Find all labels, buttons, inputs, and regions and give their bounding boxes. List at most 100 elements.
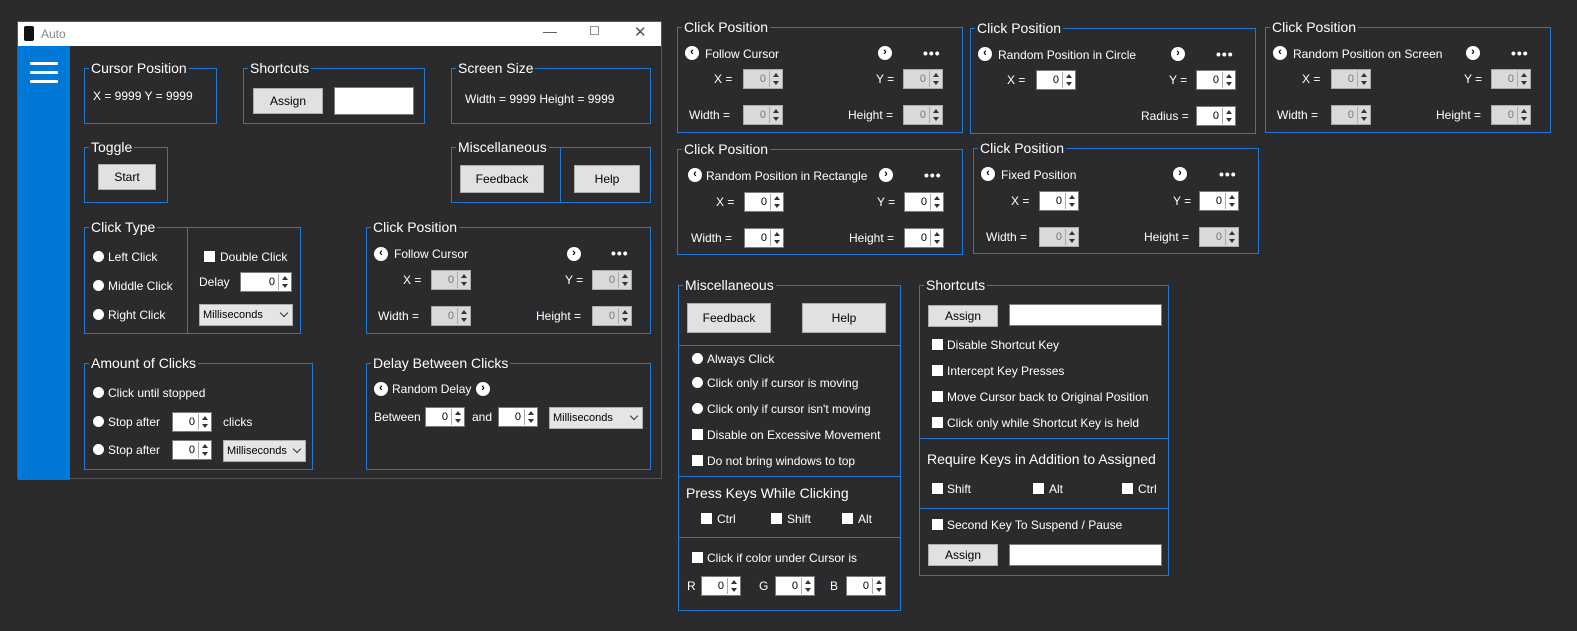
click-if-not-moving-radio[interactable] [692,403,703,414]
stop-after-time-input[interactable]: 0 [172,440,212,460]
second-key-field[interactable] [1009,544,1162,566]
width-input[interactable]: 0 [1039,227,1079,247]
spinner-icon[interactable] [1065,193,1077,209]
require-alt-checkbox[interactable] [1033,483,1044,494]
spinner-icon[interactable] [524,409,536,425]
stop-after-unit-select[interactable]: Milliseconds [223,440,306,462]
right-click-radio[interactable] [93,309,104,320]
more-options-icon[interactable]: ••• [611,246,629,260]
x-input[interactable]: 0 [744,192,784,212]
previous-mode-icon[interactable]: ‹ [981,167,995,181]
close-icon[interactable]: ✕ [634,23,647,41]
radius-input[interactable]: 0 [1196,106,1236,126]
click-if-moving-radio[interactable] [692,377,703,388]
y-input[interactable]: 0 [904,192,944,212]
spinner-icon[interactable] [278,274,290,290]
spinner-icon[interactable] [618,272,630,288]
delay-max-input[interactable]: 0 [498,407,538,427]
next-mode-icon[interactable]: › [1466,46,1480,60]
next-mode-icon[interactable]: › [476,382,490,396]
spinner-icon[interactable] [457,272,469,288]
press-ctrl-checkbox[interactable] [701,513,712,524]
spinner-icon[interactable] [1065,229,1077,245]
click-delay-unit-select[interactable]: Milliseconds [199,304,293,326]
previous-mode-icon[interactable]: ‹ [685,46,699,60]
disable-excessive-movement-checkbox[interactable] [692,429,703,440]
previous-mode-icon[interactable]: ‹ [978,47,992,61]
width-input[interactable]: 0 [744,228,784,248]
start-button[interactable]: Start [98,164,156,190]
r-input[interactable]: 0 [701,576,741,596]
next-mode-icon[interactable]: › [1173,167,1187,181]
previous-mode-icon[interactable]: ‹ [374,382,388,396]
spinner-icon[interactable] [1517,71,1529,87]
stop-after-time-radio[interactable] [93,444,104,455]
height-input[interactable]: 0 [1199,227,1239,247]
y-input[interactable]: 0 [592,270,632,290]
middle-click-radio[interactable] [93,280,104,291]
assign-button[interactable]: Assign [928,305,998,327]
y-input[interactable]: 0 [1196,70,1236,90]
stop-after-clicks-radio[interactable] [93,416,104,427]
spinner-icon[interactable] [770,230,782,246]
spinner-icon[interactable] [451,409,463,425]
spinner-icon[interactable] [198,414,210,430]
width-input[interactable]: 0 [743,105,783,125]
require-ctrl-checkbox[interactable] [1122,483,1133,494]
help-button[interactable]: Help [574,165,640,193]
disable-shortcut-checkbox[interactable] [932,339,943,350]
spinner-icon[interactable] [727,578,739,594]
spinner-icon[interactable] [929,71,941,87]
double-click-checkbox[interactable] [204,251,215,262]
click-while-held-checkbox[interactable] [932,417,943,428]
spinner-icon[interactable] [1225,193,1237,209]
intercept-keys-checkbox[interactable] [932,365,943,376]
spinner-icon[interactable] [770,194,782,210]
maximize-icon[interactable]: ☐ [589,24,600,38]
require-shift-checkbox[interactable] [932,483,943,494]
more-options-icon[interactable]: ••• [924,168,942,182]
no-bring-to-top-checkbox[interactable] [692,455,703,466]
spinner-icon[interactable] [1062,72,1074,88]
spinner-icon[interactable] [930,230,942,246]
more-options-icon[interactable]: ••• [1216,47,1234,61]
delay-unit-select[interactable]: Milliseconds [549,407,643,429]
next-mode-icon[interactable]: › [879,168,893,182]
spinner-icon[interactable] [1517,107,1529,123]
more-options-icon[interactable]: ••• [923,46,941,60]
shortcut-key-field[interactable] [1009,304,1162,326]
delay-input[interactable]: 0 [240,272,292,292]
next-mode-icon[interactable]: › [878,46,892,60]
second-key-checkbox[interactable] [932,519,943,530]
delay-min-input[interactable]: 0 [425,407,465,427]
spinner-icon[interactable] [929,107,941,123]
height-input[interactable]: 0 [903,105,943,125]
minimize-icon[interactable]: — [543,23,557,39]
spinner-icon[interactable] [769,107,781,123]
spinner-icon[interactable] [1222,72,1234,88]
assign-button[interactable]: Assign [253,88,323,114]
help-button[interactable]: Help [802,303,886,333]
width-input[interactable]: 0 [1331,105,1371,125]
spinner-icon[interactable] [198,442,210,458]
height-input[interactable]: 0 [1491,105,1531,125]
previous-mode-icon[interactable]: ‹ [688,168,702,182]
more-options-icon[interactable]: ••• [1219,167,1237,181]
assign-second-key-button[interactable]: Assign [928,544,998,566]
press-shift-checkbox[interactable] [771,513,782,524]
hamburger-menu-icon[interactable] [30,62,58,83]
y-input[interactable]: 0 [903,69,943,89]
feedback-button[interactable]: Feedback [687,303,771,333]
spinner-icon[interactable] [930,194,942,210]
spinner-icon[interactable] [872,578,884,594]
spinner-icon[interactable] [1357,107,1369,123]
spinner-icon[interactable] [769,71,781,87]
spinner-icon[interactable] [618,308,630,324]
spinner-icon[interactable] [801,578,813,594]
title-bar[interactable]: Auto — ☐ ✕ [18,22,661,46]
spinner-icon[interactable] [1357,71,1369,87]
x-input[interactable]: 0 [431,270,471,290]
spinner-icon[interactable] [1222,108,1234,124]
next-mode-icon[interactable]: › [1171,47,1185,61]
click-if-color-checkbox[interactable] [692,552,703,563]
